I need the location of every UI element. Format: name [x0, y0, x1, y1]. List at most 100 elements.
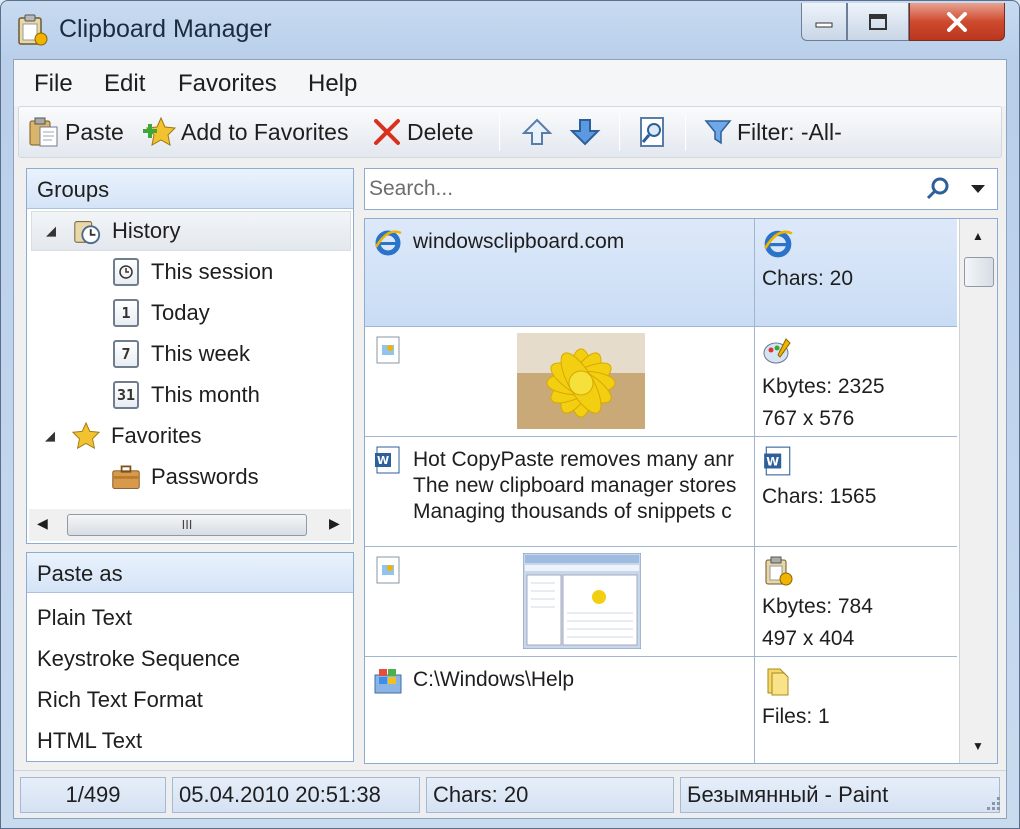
- tree-item-this-week[interactable]: 7 This week: [31, 334, 351, 374]
- clip-text-line: Hot CopyPaste removes many anr: [413, 448, 734, 471]
- tree-item-history[interactable]: ◢ History: [31, 211, 351, 251]
- calendar-icon: 31: [111, 380, 141, 410]
- window-title: Clipboard Manager: [59, 15, 272, 43]
- expanded-triangle-icon[interactable]: ◢: [46, 223, 56, 239]
- close-button[interactable]: [909, 3, 1005, 41]
- scroll-left-arrow-icon[interactable]: ◀: [37, 515, 48, 532]
- tree-item-favorites[interactable]: ◢ Favorites: [31, 416, 351, 456]
- title-bar[interactable]: Clipboard Manager: [1, 1, 1019, 59]
- search-icon: [926, 177, 949, 200]
- toolbar-separator: [499, 115, 500, 151]
- preview-button[interactable]: [637, 107, 673, 157]
- scroll-up-arrow-icon[interactable]: ▲: [972, 229, 984, 243]
- scroll-thumb[interactable]: III: [67, 514, 307, 536]
- menu-favorites[interactable]: Favorites: [178, 70, 277, 98]
- paste-button[interactable]: Paste: [27, 107, 124, 157]
- tree-label: This session: [151, 259, 274, 284]
- paste-icon: [29, 117, 58, 147]
- add-favorite-star-icon: [143, 116, 177, 146]
- menu-help[interactable]: Help: [308, 70, 357, 98]
- clip-row[interactable]: Kbytes: 784 497 x 404: [365, 547, 957, 657]
- scroll-right-arrow-icon[interactable]: ▶: [329, 515, 340, 532]
- tree-item-this-session[interactable]: This session: [31, 252, 351, 292]
- clip-row[interactable]: windowsclipboard.com Chars: 20: [365, 219, 957, 327]
- tree-item-this-month[interactable]: 31 This month: [31, 375, 351, 415]
- search-input[interactable]: [369, 173, 909, 205]
- groups-horizontal-scrollbar[interactable]: ◀ III ▶: [29, 509, 351, 541]
- scroll-down-arrow-icon[interactable]: ▼: [972, 739, 984, 753]
- paste-as-html-text[interactable]: HTML Text: [37, 728, 142, 754]
- star-icon: [71, 421, 101, 451]
- move-up-button[interactable]: [521, 107, 557, 157]
- close-icon: [947, 11, 967, 32]
- clip-content-cell: W Hot CopyPaste removes many anr The new…: [365, 437, 755, 546]
- arrow-down-icon: [569, 119, 601, 146]
- funnel-filter-icon: [704, 120, 732, 145]
- tree-item-today[interactable]: 1 Today: [31, 293, 351, 333]
- add-to-favorites-label: Add to Favorites: [181, 118, 349, 145]
- clip-info-line: Kbytes: 2325: [762, 375, 885, 398]
- paste-as-panel: Paste as Plain Text Keystroke Sequence R…: [26, 552, 354, 762]
- paste-as-rich-text-format[interactable]: Rich Text Format: [37, 687, 203, 713]
- menu-bar: File Edit Favorites Help: [14, 60, 1006, 106]
- calendar-icon: 1: [111, 298, 141, 328]
- paste-as-keystroke-sequence[interactable]: Keystroke Sequence: [37, 646, 240, 672]
- groups-panel: Groups ◢ History This session 1 Today 7 …: [26, 168, 354, 544]
- search-options-dropdown[interactable]: [959, 169, 997, 209]
- status-timestamp: 05.04.2010 20:51:38: [172, 777, 420, 813]
- clip-row[interactable]: C:\Windows\Help Files: 1: [365, 657, 957, 763]
- paste-label: Paste: [65, 118, 124, 145]
- tree-item-passwords[interactable]: Passwords: [31, 457, 351, 497]
- internet-explorer-icon: [374, 230, 402, 256]
- tree-label: History: [112, 218, 181, 243]
- delete-label: Delete: [407, 118, 474, 145]
- word-document-icon: W: [764, 446, 791, 476]
- delete-button[interactable]: Delete: [371, 107, 473, 157]
- minimize-button[interactable]: [801, 3, 847, 41]
- image-file-icon: [376, 336, 400, 364]
- search-button[interactable]: [919, 169, 957, 209]
- app-window: Clipboard Manager File Edit Favorites He…: [0, 0, 1020, 829]
- calendar-day-number: 7: [113, 340, 139, 368]
- clip-list-vertical-scrollbar[interactable]: ▲ ▼: [959, 219, 997, 763]
- clip-content-cell: [365, 547, 755, 656]
- clip-list: windowsclipboard.com Chars: 20 Kbytes: 2…: [364, 218, 998, 764]
- menu-file[interactable]: File: [34, 70, 73, 98]
- filter-button[interactable]: Filter: -All-: [703, 107, 842, 157]
- clip-info-cell: Kbytes: 784 497 x 404: [756, 547, 957, 656]
- calendar-day-number: 31: [113, 381, 139, 409]
- clip-info-line: 767 x 576: [762, 407, 855, 430]
- clip-row[interactable]: W Hot CopyPaste removes many anr The new…: [365, 437, 957, 547]
- paint-palette-icon: [763, 338, 791, 364]
- clip-content-cell: windowsclipboard.com: [365, 219, 755, 326]
- history-clock-icon: [72, 216, 102, 246]
- clip-info-cell: Files: 1: [756, 657, 957, 763]
- tree-label: This week: [151, 341, 251, 366]
- toolbar-separator: [619, 115, 620, 151]
- expanded-triangle-icon[interactable]: ◢: [45, 428, 55, 444]
- clip-content-cell: [365, 327, 755, 436]
- groups-header: Groups: [27, 169, 353, 209]
- flower-image-thumbnail: [517, 333, 645, 429]
- scroll-thumb[interactable]: [964, 257, 994, 287]
- briefcase-icon: [111, 462, 141, 492]
- clipboard-app-icon: [18, 14, 48, 46]
- session-icon: [111, 257, 141, 287]
- move-down-button[interactable]: [569, 107, 605, 157]
- image-file-icon: [376, 556, 400, 584]
- clip-info-cell: Kbytes: 2325 767 x 576: [756, 327, 957, 436]
- paste-as-plain-text[interactable]: Plain Text: [37, 605, 132, 631]
- add-to-favorites-button[interactable]: Add to Favorites: [141, 107, 348, 157]
- resize-grip-icon[interactable]: [982, 794, 1002, 814]
- menu-edit[interactable]: Edit: [104, 70, 145, 98]
- clip-row[interactable]: Kbytes: 2325 767 x 576: [365, 327, 957, 437]
- word-document-icon: W: [375, 446, 400, 474]
- folder-icon: [767, 668, 789, 696]
- chevron-down-icon: [971, 185, 985, 193]
- arrow-up-icon: [521, 118, 553, 145]
- clipboard-app-icon: [765, 556, 793, 586]
- tree-label: Today: [151, 300, 210, 325]
- status-position: 1/499: [20, 777, 166, 813]
- magnifier-document-icon: [640, 117, 664, 147]
- maximize-button[interactable]: [847, 3, 909, 41]
